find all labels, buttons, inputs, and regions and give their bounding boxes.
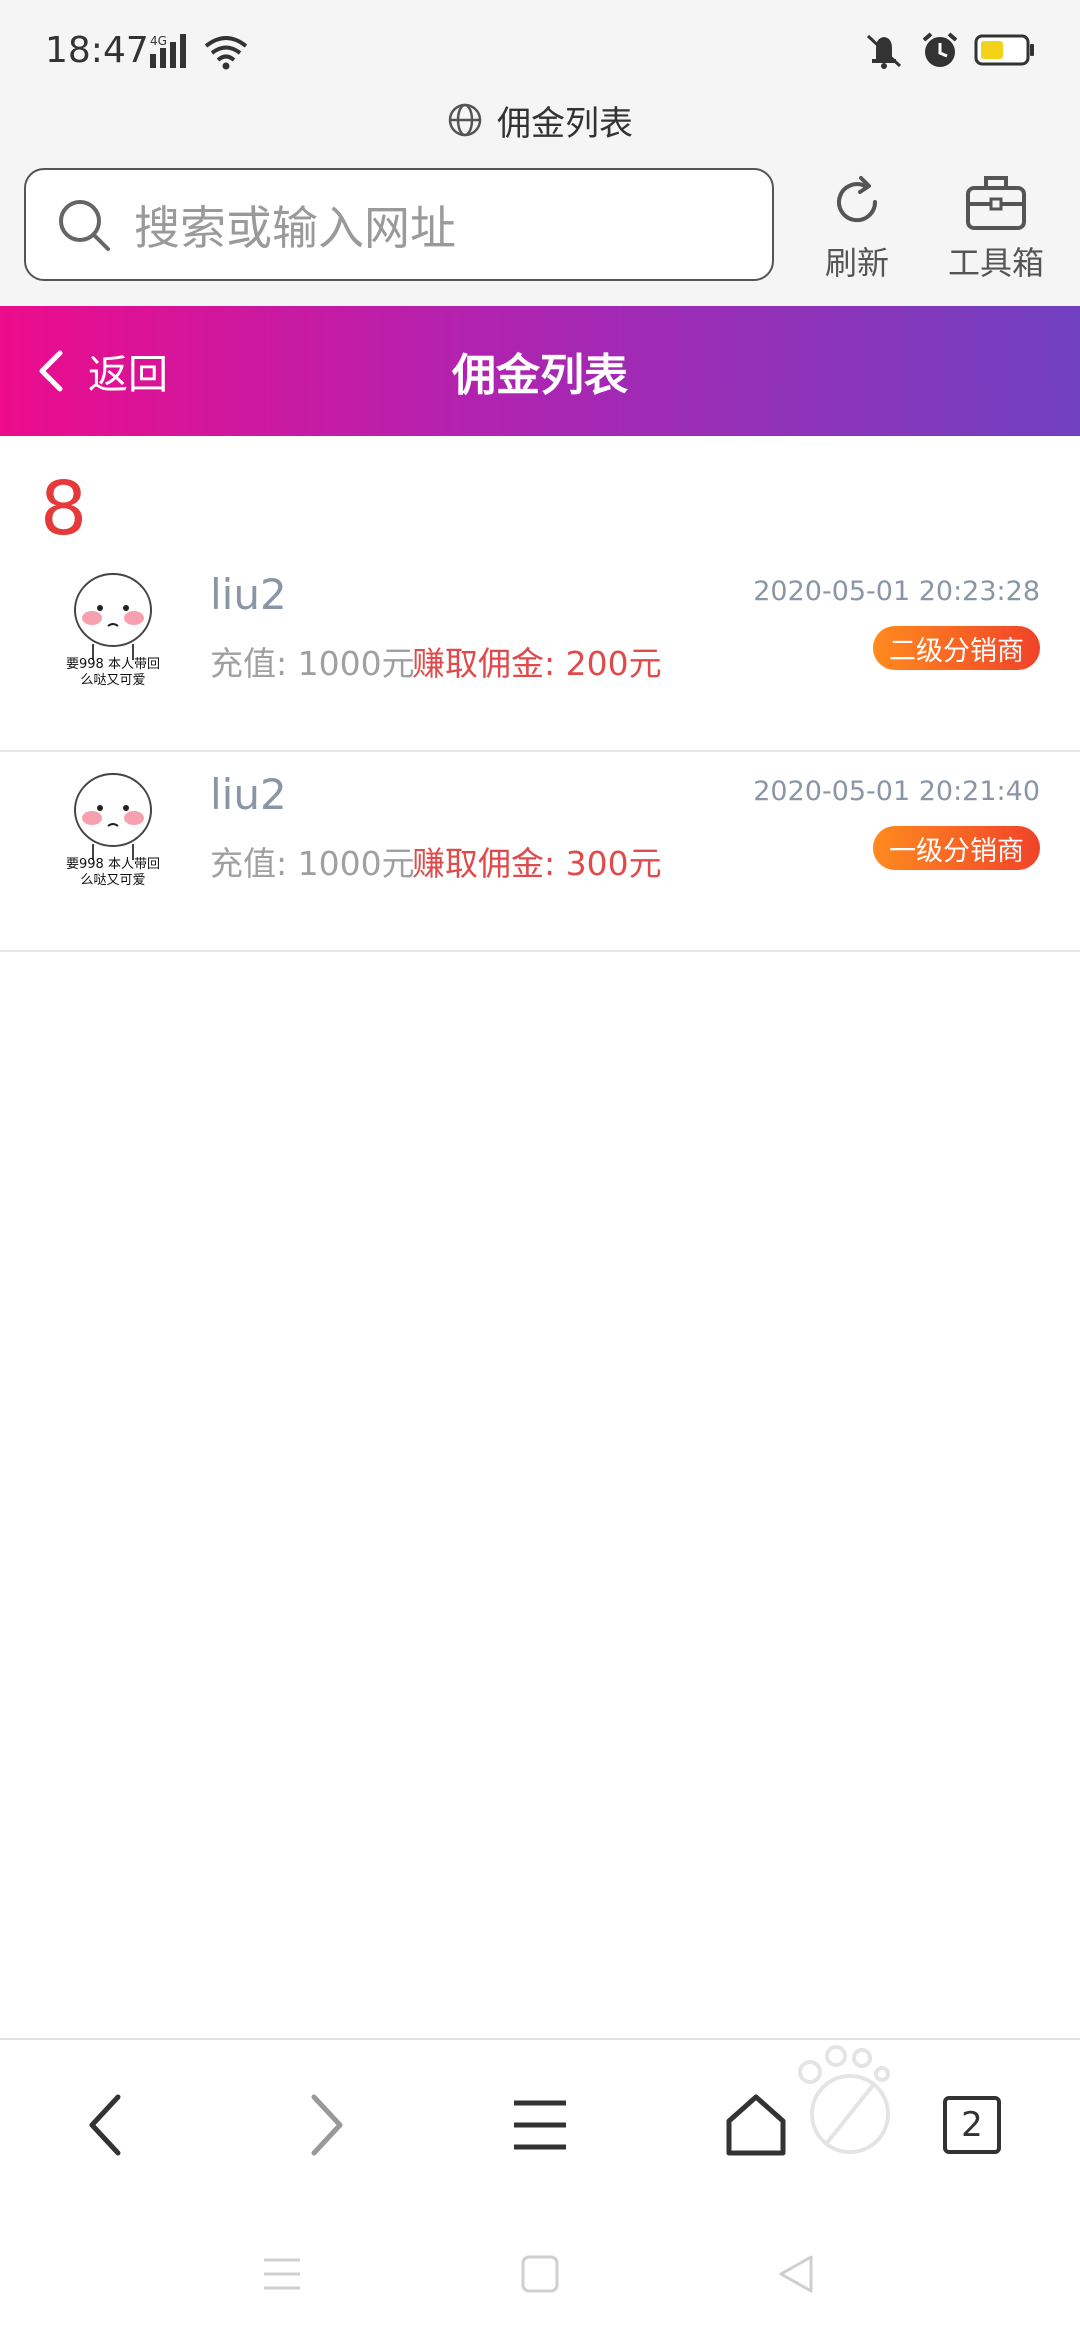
avatar-caption: 要998 本人带回 [66, 857, 160, 872]
refresh-icon [837, 176, 878, 223]
search-placeholder: 搜索或输入网址 [134, 200, 456, 255]
commission-earned: 赚取佣金: 300元 [412, 844, 662, 883]
chevron-left-icon [89, 2094, 121, 2156]
status-bar: 18:47 4G [0, 0, 1080, 100]
back-nav-button[interactable] [46, 2040, 166, 2210]
wifi-icon [204, 36, 248, 70]
chevron-right-icon [311, 2094, 343, 2156]
alarm-icon [922, 32, 958, 67]
site-title-row: 佣金列表 [0, 100, 1080, 144]
avatar-caption: 么哒又可爱 [80, 672, 145, 688]
page-header: 返回 佣金列表 [0, 306, 1080, 436]
globe-icon [448, 103, 482, 137]
username: liu2 [210, 570, 287, 619]
tabs-button[interactable]: 2 [912, 2040, 1032, 2210]
avatar-caption: 么哒又可爱 [80, 872, 145, 888]
browser-bottom-bar: 2 [0, 2038, 1080, 2208]
record-datetime: 2020-05-01 20:21:40 [753, 776, 1040, 807]
mascot-watermark-icon [798, 2045, 890, 2154]
record-datetime: 2020-05-01 20:23:28 [753, 576, 1040, 607]
system-back-button[interactable] [756, 2244, 836, 2304]
username: liu2 [210, 770, 287, 819]
battery-icon [974, 34, 1034, 66]
record-count: 8 [40, 466, 88, 552]
system-nav-bar [0, 2208, 1080, 2340]
level-badge: 二级分销商 [873, 626, 1040, 670]
square-icon [521, 2255, 559, 2293]
commission-list: 要998 本人带回 么哒又可爱 liu2 充值: 1000元 赚取佣金: 200… [0, 552, 1080, 952]
back-button[interactable]: 返回 [36, 306, 168, 436]
browser-chrome: 佣金列表 搜索或输入网址 刷新 工具箱 [0, 100, 1080, 306]
avatar: 要998 本人带回 么哒又可爱 [66, 573, 160, 688]
menu-icon [264, 2258, 300, 2290]
forward-nav-button[interactable] [266, 2040, 386, 2210]
recharge-amount: 充值: 1000元 [210, 644, 415, 683]
site-title: 佣金列表 [497, 103, 633, 144]
list-item[interactable]: 要998 本人带回 么哒又可爱 liu2 充值: 1000元 赚取佣金: 200… [0, 552, 1080, 752]
system-menu-button[interactable] [242, 2244, 322, 2304]
search-input[interactable]: 搜索或输入网址 [24, 168, 774, 281]
mute-icon [866, 34, 902, 69]
search-icon [59, 199, 110, 251]
triangle-back-icon [779, 2255, 813, 2293]
signal-icon: 4G [150, 34, 186, 68]
toolbox-label: 工具箱 [947, 244, 1044, 282]
refresh-label: 刷新 [824, 244, 889, 282]
menu-icon [514, 2100, 566, 2150]
menu-button[interactable] [480, 2040, 600, 2210]
status-time: 18:47 [45, 30, 149, 71]
level-badge: 一级分销商 [873, 826, 1040, 870]
avatar-caption: 要998 本人带回 [66, 657, 160, 672]
chevron-left-icon [39, 350, 63, 392]
list-item[interactable]: 要998 本人带回 么哒又可爱 liu2 充值: 1000元 赚取佣金: 300… [0, 752, 1080, 952]
recharge-amount: 充值: 1000元 [210, 844, 415, 883]
back-label: 返回 [88, 352, 168, 398]
avatar: 要998 本人带回 么哒又可爱 [66, 773, 160, 888]
tab-count: 2 [943, 2096, 1001, 2154]
refresh-button[interactable]: 刷新 [797, 172, 917, 284]
network-type: 4G [150, 34, 167, 48]
toolbox-icon [966, 176, 1026, 230]
home-icon [726, 2094, 786, 2156]
toolbox-button[interactable]: 工具箱 [936, 172, 1056, 284]
status-right-icons [862, 30, 1036, 70]
commission-earned: 赚取佣金: 200元 [412, 644, 662, 683]
system-home-button[interactable] [500, 2244, 580, 2304]
